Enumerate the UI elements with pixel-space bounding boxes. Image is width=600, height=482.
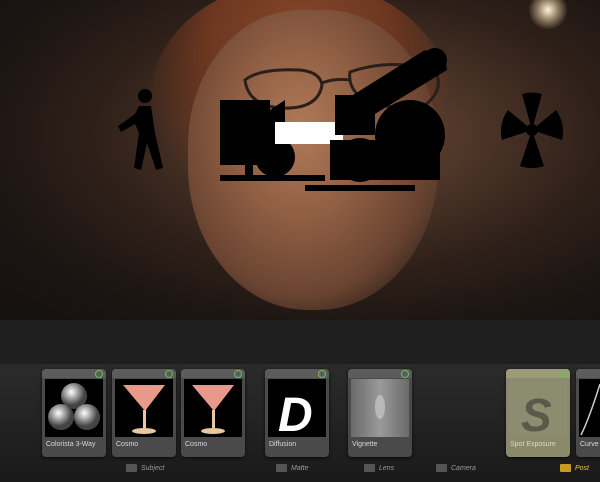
- pedestrian-icon: [118, 89, 163, 170]
- filter-card-label: Colorista 3-Way: [46, 441, 96, 448]
- filter-card-label: Vignette: [352, 441, 378, 448]
- filter-card-label: Diffusion: [269, 441, 297, 448]
- matte-icon: [276, 464, 287, 472]
- filter-card-label: Cosmo: [116, 441, 139, 448]
- filter-card-label: Cosmo: [185, 441, 208, 448]
- preview-viewport[interactable]: [0, 0, 600, 320]
- power-icon[interactable]: [95, 370, 103, 378]
- letter-d-icon: D: [268, 379, 326, 442]
- cocktail-glass-icon: [115, 379, 173, 437]
- letter-s-icon: S: [509, 379, 567, 441]
- viewport-divider: [0, 320, 600, 365]
- cannon-icon: [305, 48, 447, 191]
- filter-card-diffusion[interactable]: D Diffusion: [265, 369, 329, 457]
- power-icon[interactable]: [165, 370, 173, 378]
- curve-icon: [579, 379, 600, 437]
- filter-card-spot-exposure[interactable]: S Spot Exposure: [506, 369, 570, 457]
- background-light: [528, 0, 568, 30]
- filter-card-label: Spot Exposure: [510, 441, 556, 448]
- cocktail-glass-icon: [184, 379, 242, 437]
- camera-icon: [436, 464, 447, 472]
- tab-post[interactable]: Post: [560, 464, 589, 472]
- filter-card-curve[interactable]: Curve: [576, 369, 600, 457]
- lens-icon: [364, 464, 375, 472]
- filter-card-cosmo[interactable]: Cosmo: [181, 369, 245, 457]
- radiation-icon: [500, 92, 564, 169]
- tab-subject[interactable]: Subject: [126, 464, 164, 472]
- filter-card-cosmo[interactable]: Cosmo: [112, 369, 176, 457]
- power-icon[interactable]: [318, 370, 326, 378]
- filter-card-colorista[interactable]: Colorista 3-Way: [42, 369, 106, 457]
- filter-card-label: Curve: [580, 441, 599, 448]
- svg-text:S: S: [521, 389, 552, 437]
- post-icon: [560, 464, 571, 472]
- tab-matte[interactable]: Matte: [276, 464, 309, 472]
- power-icon[interactable]: [401, 370, 409, 378]
- filter-card-vignette[interactable]: Vignette: [348, 369, 412, 457]
- vignette-icon: [351, 379, 409, 437]
- tab-camera[interactable]: Camera: [436, 464, 476, 472]
- svg-text:D: D: [278, 389, 313, 437]
- power-icon[interactable]: [234, 370, 242, 378]
- tab-lens[interactable]: Lens: [364, 464, 394, 472]
- three-spheres-icon: [45, 379, 103, 437]
- person-icon: [126, 464, 137, 472]
- power-icon[interactable]: [559, 370, 567, 378]
